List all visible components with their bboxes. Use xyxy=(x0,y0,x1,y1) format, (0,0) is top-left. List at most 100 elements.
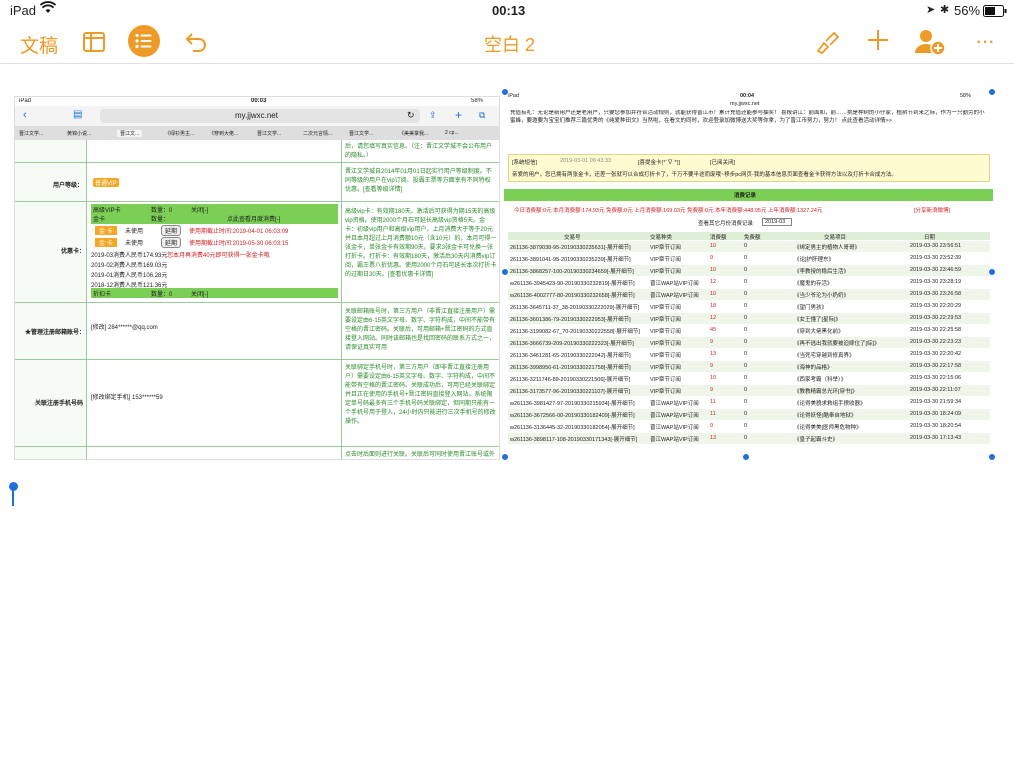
shot2-record-cell: 13 xyxy=(710,351,717,357)
shot2-panel-title: 消费记录 xyxy=(734,193,757,199)
shot2-record-cell: 9 xyxy=(710,423,714,429)
shot2-record-cell: 0 xyxy=(744,399,748,405)
shot1-gold-state: 未使用 xyxy=(125,229,144,235)
shot2-record-cell: 晋江WAP站VIP订阅 xyxy=(650,281,699,287)
shot2-record-cell: 9 xyxy=(710,255,714,261)
clock: 00:13 xyxy=(492,3,526,18)
shot2-record-cell: 18 xyxy=(710,303,717,309)
embedded-screenshot-1[interactable]: iPad 00:03 58% ‹ ▤ my.jjwxc.net ↻ ⇪ + ⧉ … xyxy=(14,96,500,460)
shot1-gold-expiry: 使用期截止时间:2019-05-30 06:03:15 xyxy=(189,241,289,247)
shot1-card-toggle: 点此查看月度消费[-] xyxy=(227,217,281,223)
shot2-record-cell: 《论得美貌求救组手撩收器》 xyxy=(794,401,866,407)
shot2-record-cell: w261136-3136445-32-20190330182054[-展开细节] xyxy=(510,425,635,431)
selection-handle[interactable] xyxy=(988,268,996,276)
shot2-record-cell: 《教教精霸总光环[穿书]》 xyxy=(794,389,858,395)
shot1-reload-icon: ↻ xyxy=(407,110,415,120)
shot2-record-cell: w261136-3898117-108-20190330171343[-展开细节… xyxy=(510,437,638,443)
shot2-record-cell: 2019-03-30 23:46:59 xyxy=(910,267,962,273)
shot1-tab: 二次元言情... xyxy=(303,131,333,137)
shot2-record-cell: 《女王懂了[星际]》 xyxy=(794,317,842,323)
shot2-record-cell: 2019-03-30 18:24:09 xyxy=(910,411,962,417)
shot2-record-row: 261136-3211746-89-20190330221506[-展开细节] V… xyxy=(508,373,990,384)
shot2-record-cell: 11 xyxy=(710,411,716,417)
shot1-card-count: 数量： xyxy=(151,217,170,223)
shot1-bookmarks-icon: ▤ xyxy=(73,109,83,120)
document-title[interactable]: 空白 2 xyxy=(484,31,535,57)
selection-handle[interactable] xyxy=(988,453,996,461)
shot1-tab: 晋江文学... xyxy=(257,131,282,137)
shot2-battery: 58% xyxy=(960,93,972,99)
shot2-sys-close: [已阅关闭] xyxy=(710,160,736,166)
shot2-record-cell: 0 xyxy=(744,267,748,273)
insert-plus-icon[interactable] xyxy=(866,28,890,57)
shot2-record-cell: VIP章节订阅 xyxy=(650,305,681,311)
shot1-tab: 晋江文学... xyxy=(349,131,374,137)
documents-button[interactable]: 文稿 xyxy=(20,31,58,58)
more-icon[interactable]: ··· xyxy=(975,28,995,54)
shot2-header: 免费额 xyxy=(744,235,761,241)
shot2-record-cell: 12 xyxy=(710,279,717,285)
shot2-record-row: 261136-3173577-96-20190330221107[-展开细节] V… xyxy=(508,385,990,396)
shot2-record-row: w261136-4002777-80-20190330232658[-展开细节]… xyxy=(508,289,990,300)
shot2-record-cell: VIP章节订阅 xyxy=(650,329,681,335)
shot1-extend-button: 延期 xyxy=(161,237,182,248)
shot2-record-cell: 261136-3998956-61-20190330221758[-展开细节] xyxy=(510,365,631,371)
shot1-card-toggle: 关闭[-] xyxy=(191,292,209,298)
shot2-record-cell: 9 xyxy=(710,387,714,393)
shot1-add-tab-icon: + xyxy=(455,108,463,122)
shot2-record-cell: 0 xyxy=(744,303,748,309)
shot1-gold-expiry: 使用期截止时间:2019-04-01 06:03:09 xyxy=(189,229,289,235)
shot2-record-cell: 《再不逃出我就要被迫嫁位了[综]》 xyxy=(794,341,880,347)
shot2-record-cell: 晋江WAP站VIP订阅 xyxy=(650,413,699,419)
shot2-record-cell: 261136-3666739-209-20190330222323[-展开细节] xyxy=(510,341,634,347)
shot2-record-row: 261136-3868257-100-20190330234659[-展开细节]… xyxy=(508,265,990,276)
shot2-share-link: [分享新浪微博] xyxy=(914,208,951,214)
view-options-icon[interactable] xyxy=(82,30,106,59)
selection-handle[interactable] xyxy=(988,88,996,96)
selection-handle[interactable] xyxy=(742,453,750,461)
undo-icon[interactable] xyxy=(184,30,208,59)
embedded-screenshot-2[interactable]: iPad 00:04 58% my.jjwxc.net 充值有礼：无论是新用户还… xyxy=(504,92,993,458)
format-brush-icon[interactable] xyxy=(814,29,840,60)
shot2-header: 交易项目 xyxy=(824,235,847,241)
shot2-record-cell: 《西家考霸（科举）》 xyxy=(794,377,847,383)
shot2-record-cell: 0 xyxy=(744,255,748,261)
shot2-record-cell: 《皇子起霸斗史》 xyxy=(794,437,839,443)
device-name: iPad xyxy=(10,3,37,18)
shot2-record-row: 261136-3998956-61-20190330221758[-展开细节] V… xyxy=(508,361,990,372)
shot2-record-cell: 2019-03-30 22:23:23 xyxy=(910,339,962,345)
selection-handle[interactable] xyxy=(501,88,509,96)
format-list-icon[interactable] xyxy=(128,25,160,62)
shot2-record-cell: VIP章节订阅 xyxy=(650,365,681,371)
shot2-record-cell: w261136-3981427-97-20190330215934[-展开细节] xyxy=(510,401,635,407)
selection-handle[interactable] xyxy=(501,268,509,276)
shot1-month-spend: 2019-03消费人民币174.93元 xyxy=(91,253,168,259)
shot1-month-spend: 2019-02消费人民币169.03元 xyxy=(91,263,168,269)
collaborate-icon[interactable] xyxy=(914,27,946,62)
shot2-record-cell: 《魔鬼的存活》 xyxy=(794,281,833,287)
shot1-tab-active: 晋江文... xyxy=(117,130,143,137)
shot1-tab: 《穿到大佬... xyxy=(209,131,239,137)
shot2-url: my.jjwxc.net xyxy=(730,101,760,107)
shot2-sys-label: [系统短信] xyxy=(512,160,538,166)
shot1-row-text: 点击时后面则进行关联。关联后可同时使用晋江账号或外 xyxy=(345,452,496,458)
selection-handle[interactable] xyxy=(501,453,509,461)
shot1-clock: 00:03 xyxy=(251,98,267,104)
shot2-record-cell: 0 xyxy=(744,243,748,249)
shot1-row-text: 关联邮箱账号时，第三方用户（非晋江直接注册用户）需要设定由6-15英文字母、数字… xyxy=(345,309,496,351)
shot2-record-cell: 45 xyxy=(710,327,717,333)
shot2-record-cell: VIP章节订阅 xyxy=(650,317,681,323)
shot2-record-cell: 晋江WAP站VIP订阅 xyxy=(650,425,699,431)
shot2-record-cell: 261136-3601386-79-20190330222953[-展开细节] xyxy=(510,317,631,323)
shot1-card-count: 数量：0 xyxy=(151,292,173,298)
shot2-record-cell: 2019-03-30 22:29:53 xyxy=(910,315,962,321)
wifi-icon xyxy=(39,1,57,18)
shot1-extend-button: 延期 xyxy=(161,225,182,236)
shot2-record-cell: w261136-4002777-80-20190330232658[-展开细节] xyxy=(510,293,635,299)
shot2-record-cell: 2019-03-30 22:20:29 xyxy=(910,303,962,309)
shot2-record-cell: 2019-03-30 21:59:34 xyxy=(910,399,962,405)
shot2-record-row: w261136-3136445-32-20190330182054[-展开细节]… xyxy=(508,421,990,432)
shot2-record-cell: 晋江WAP站VIP订阅 xyxy=(650,401,699,407)
battery-percent: 56% xyxy=(954,3,981,18)
shot2-record-cell: 261136-3879038-95-20190330235631[-展开细节] xyxy=(510,245,631,251)
